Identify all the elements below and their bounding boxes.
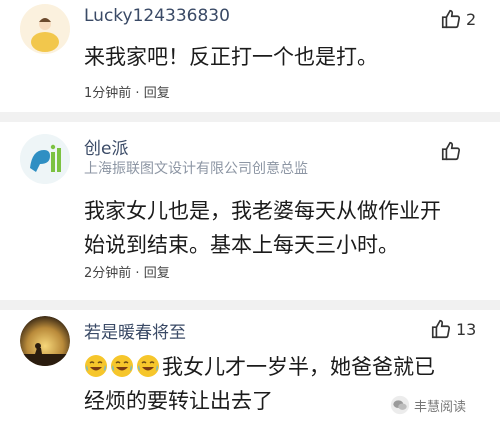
comment-text: 来我家吧！反正打一个也是打。 <box>84 45 378 69</box>
reply-button[interactable]: 回复 <box>144 266 170 281</box>
watermark-text: 丰慧阅读 <box>414 399 467 415</box>
commenter-name[interactable]: 若是暖春将至 <box>84 318 186 343</box>
like-button[interactable]: 2 <box>440 8 476 30</box>
like-count: 2 <box>466 9 477 29</box>
comment-text-line: 我家女儿也是，我老婆每天从做作业开 <box>84 199 441 223</box>
crying-laughing-emoji-icon <box>84 354 108 378</box>
avatar[interactable] <box>20 4 70 54</box>
comment-text: 我家女儿也是，我老婆每天从做作业开 始说到结束。基本上每天三小时。 <box>84 194 441 262</box>
avatar[interactable] <box>20 134 70 184</box>
wechat-logo-icon <box>390 395 410 415</box>
comment-time: 2分钟前 <box>84 266 132 281</box>
comment-text-line: 始说到结束。基本上每天三小时。 <box>84 233 399 257</box>
crying-laughing-emoji-icon <box>110 354 134 378</box>
crying-laughing-emoji-icon <box>136 354 160 378</box>
commenter-title: 上海振联图文设计有限公司创意总监 <box>84 161 308 177</box>
thumbs-up-icon <box>431 319 451 339</box>
commenter-name[interactable]: Lucky124336830 <box>84 6 230 26</box>
reply-button[interactable]: 回复 <box>144 86 170 101</box>
comment-time: 1分钟前 <box>84 86 132 101</box>
thumbs-up-icon <box>441 9 461 29</box>
commenter-name[interactable]: 创e派 <box>84 134 128 159</box>
separator <box>0 112 500 122</box>
like-button[interactable]: 13 <box>430 318 476 340</box>
separator <box>0 300 500 310</box>
comment-text-line: 我女儿才一岁半，她爸爸就已 <box>84 350 435 384</box>
comment-meta: 1分钟前 · 回复 <box>84 86 170 101</box>
like-button[interactable] <box>440 140 466 162</box>
watermark: 丰慧阅读 <box>390 395 466 415</box>
thumbs-up-icon <box>441 141 461 161</box>
avatar[interactable] <box>20 316 70 366</box>
comment-text-line-content: 我女儿才一岁半，她爸爸就已 <box>162 355 435 379</box>
comment-item: Lucky124336830 来我家吧！反正打一个也是打。 1分钟前 · 回复 … <box>0 0 500 112</box>
comment-text: 我女儿才一岁半，她爸爸就已 经烦的要转让出去了 <box>84 350 435 418</box>
comment-item: 创e派 上海振联图文设计有限公司创意总监 我家女儿也是，我老婆每天从做作业开 始… <box>0 122 500 302</box>
like-count: 13 <box>456 319 477 339</box>
comment-text-line: 经烦的要转让出去了 <box>84 389 273 413</box>
comment-meta: 2分钟前 · 回复 <box>84 266 170 281</box>
